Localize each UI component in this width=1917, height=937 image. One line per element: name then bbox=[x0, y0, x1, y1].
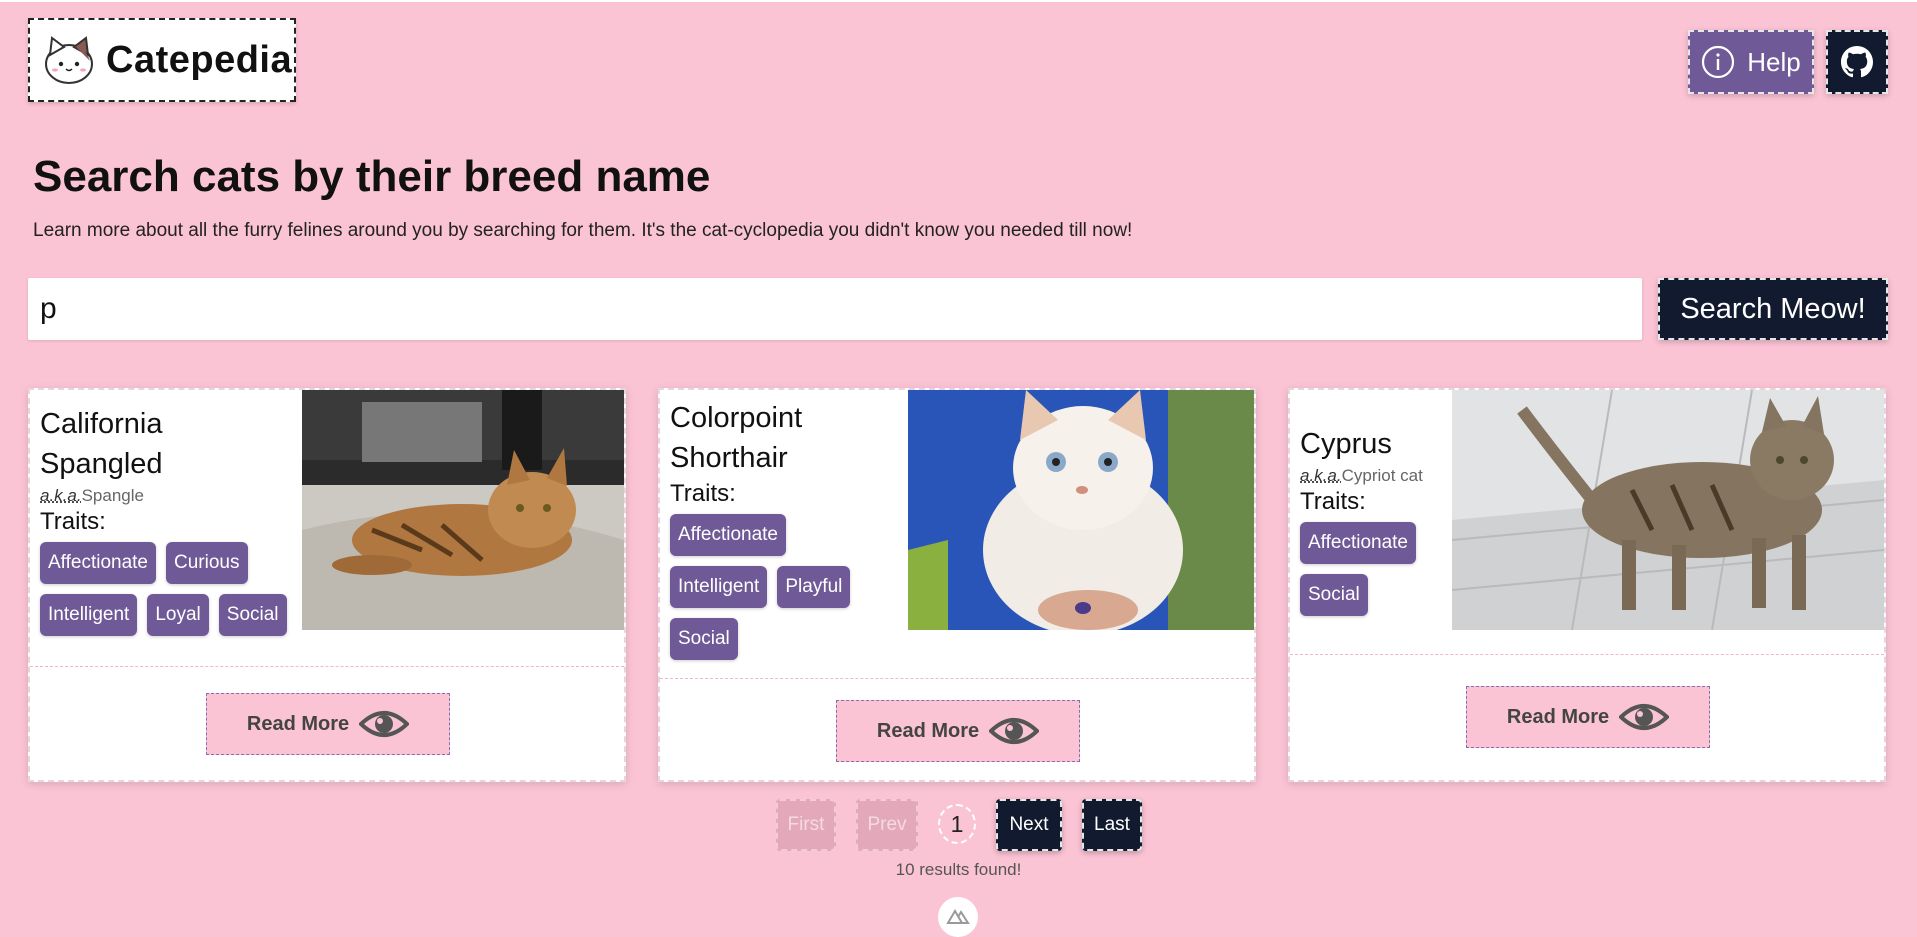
card-info: Colorpoint Shorthair Traits: Affectionate… bbox=[670, 398, 900, 660]
pagination-page-number[interactable]: 1 bbox=[938, 804, 976, 844]
traits-list: Affectionate Intelligent Playful Social bbox=[670, 514, 890, 660]
read-more-label: Read More bbox=[246, 712, 350, 735]
card-divider bbox=[1290, 654, 1884, 655]
read-more-button[interactable]: Read More bbox=[836, 700, 1080, 762]
pagination-prev-button[interactable]: Prev bbox=[856, 799, 918, 851]
trait-badge: Intelligent bbox=[670, 566, 768, 608]
trait-badge: Social bbox=[670, 618, 738, 660]
logo[interactable]: Catepedia bbox=[28, 18, 296, 102]
page-subtitle: Learn more about all the furry felines a… bbox=[33, 220, 1133, 241]
nuxt-badge[interactable] bbox=[938, 897, 978, 937]
github-button[interactable] bbox=[1826, 30, 1888, 94]
pagination-first-button[interactable]: First bbox=[776, 799, 836, 851]
trait-badge: Playful bbox=[777, 566, 851, 608]
trait-badge: Intelligent bbox=[40, 594, 138, 636]
pagination-last-button[interactable]: Last bbox=[1082, 799, 1142, 851]
cat-image bbox=[908, 390, 1254, 630]
info-circle-icon bbox=[1702, 45, 1735, 79]
trait-badge: Affectionate bbox=[40, 542, 157, 584]
eye-icon bbox=[1619, 704, 1670, 730]
logo-text: Catepedia bbox=[106, 38, 293, 81]
search-input[interactable] bbox=[28, 278, 1642, 340]
breed-name: Colorpoint Shorthair bbox=[670, 402, 803, 474]
card-info: California Spangled a.k.a.Spangle Traits:… bbox=[40, 404, 300, 636]
card-divider bbox=[660, 678, 1254, 679]
traits-label: Traits: bbox=[1300, 488, 1366, 515]
cat-logo-icon bbox=[45, 36, 93, 84]
breed-name: Cyprus bbox=[1300, 428, 1392, 460]
aka-label: a.k.a. bbox=[1300, 466, 1342, 485]
help-button[interactable]: Help bbox=[1688, 30, 1814, 94]
traits-label: Traits: bbox=[40, 508, 106, 535]
aka-value: Spangle bbox=[81, 486, 144, 505]
eye-icon bbox=[989, 718, 1040, 744]
cat-image bbox=[1452, 390, 1884, 630]
breed-card: Colorpoint Shorthair Traits: Affectionate… bbox=[658, 388, 1256, 782]
trait-badge: Social bbox=[1300, 574, 1368, 616]
page-title: Search cats by their breed name bbox=[33, 152, 711, 201]
help-label: Help bbox=[1747, 46, 1801, 77]
traits-label: Traits: bbox=[670, 480, 736, 507]
breed-aka: a.k.a.Cypriot cat bbox=[1300, 466, 1460, 486]
card-divider bbox=[30, 666, 624, 667]
cat-image bbox=[302, 390, 624, 630]
breed-aka: a.k.a.Spangle bbox=[40, 486, 300, 506]
nuxt-icon bbox=[946, 909, 970, 924]
read-more-label: Read More bbox=[876, 719, 980, 742]
card-info: Cyprus a.k.a.Cypriot cat Traits: Affecti… bbox=[1300, 424, 1460, 616]
pagination-next-button[interactable]: Next bbox=[996, 799, 1062, 851]
trait-badge: Affectionate bbox=[1300, 522, 1417, 564]
trait-badge: Curious bbox=[166, 542, 248, 584]
read-more-button[interactable]: Read More bbox=[206, 693, 450, 755]
github-icon bbox=[1841, 46, 1873, 78]
read-more-button[interactable]: Read More bbox=[1466, 686, 1710, 748]
aka-label: a.k.a. bbox=[40, 486, 82, 505]
trait-badge: Social bbox=[218, 594, 287, 636]
trait-badge: Loyal bbox=[147, 594, 209, 636]
eye-icon bbox=[359, 711, 410, 737]
traits-list: Affectionate Curious Intelligent Loyal S… bbox=[40, 542, 300, 636]
breed-card: Cyprus a.k.a.Cypriot cat Traits: Affecti… bbox=[1288, 388, 1886, 782]
search-button[interactable]: Search Meow! bbox=[1658, 278, 1888, 340]
trait-badge: Affectionate bbox=[670, 514, 787, 556]
read-more-label: Read More bbox=[1506, 705, 1610, 728]
aka-value: Cypriot cat bbox=[1341, 466, 1423, 485]
breed-card: California Spangled a.k.a.Spangle Traits:… bbox=[28, 388, 626, 782]
breed-name: California Spangled bbox=[40, 408, 163, 480]
results-count: 10 results found! bbox=[895, 860, 1022, 879]
traits-list: Affectionate Social bbox=[1300, 522, 1440, 616]
